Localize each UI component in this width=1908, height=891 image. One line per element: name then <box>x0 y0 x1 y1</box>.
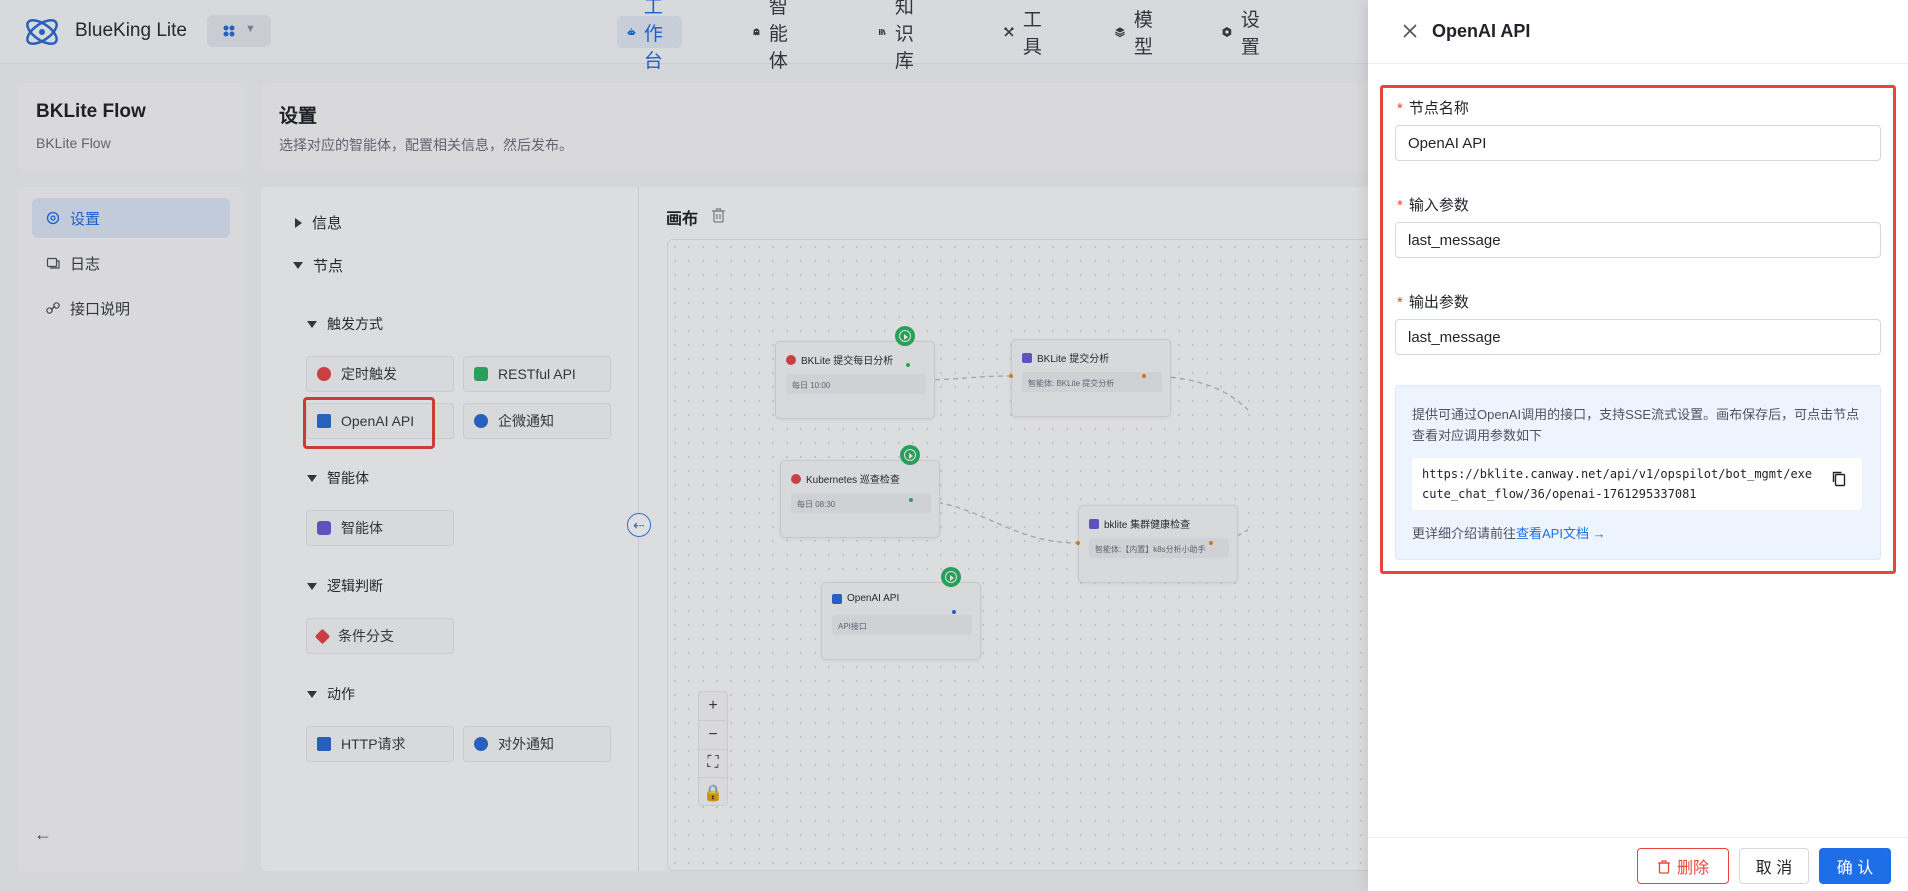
delete-button[interactable]: 删除 <box>1637 848 1729 884</box>
api-info-text: 提供可通过OpenAI调用的接口，支持SSE流式设置。画布保存后，可点击节点查看… <box>1412 407 1860 443</box>
input-params-label: * 输入参数 <box>1397 197 1469 214</box>
node-config-drawer: OpenAI API *节点名称 *输入参数 *输出参数 提供可通过OpenAI… <box>1368 0 1908 891</box>
drawer-header: OpenAI API <box>1368 0 1908 64</box>
field-label-text: 输出参数 <box>1408 294 1469 311</box>
drawer-footer: 删除 取 消 确 认 <box>1368 837 1908 891</box>
delete-label: 删除 <box>1676 860 1709 877</box>
api-docs-link[interactable]: 查看API文档 → <box>1516 526 1606 541</box>
api-url-box: https://bklite.canway.net/api/v1/opspilo… <box>1412 458 1862 510</box>
confirm-button[interactable]: 确 认 <box>1819 848 1891 884</box>
field-label-text: 输入参数 <box>1408 197 1469 214</box>
api-info-box: 提供可通过OpenAI调用的接口，支持SSE流式设置。画布保存后，可点击节点查看… <box>1395 385 1881 560</box>
input-params-input[interactable] <box>1395 222 1881 258</box>
output-params-input[interactable] <box>1395 319 1881 355</box>
drawer-backdrop[interactable] <box>0 0 1368 891</box>
node-form: *节点名称 *输入参数 *输出参数 提供可通过OpenAI调用的接口，支持SSE… <box>1380 85 1896 574</box>
node-name-input[interactable] <box>1395 125 1881 161</box>
close-icon[interactable] <box>1402 23 1418 39</box>
api-docs-prefix: 更详细介绍请前往 <box>1412 526 1517 541</box>
output-params-label: * 输出参数 <box>1397 294 1469 311</box>
api-docs-hint: 更详细介绍请前往查看API文档 → <box>1412 523 1606 542</box>
api-url[interactable]: https://bklite.canway.net/api/v1/opspilo… <box>1422 464 1817 504</box>
drawer-title: OpenAI API <box>1432 21 1531 41</box>
node-name-label: * 节点名称 <box>1397 100 1469 117</box>
cancel-button[interactable]: 取 消 <box>1739 848 1809 884</box>
trash-icon <box>1657 859 1670 874</box>
copy-icon[interactable] <box>1832 471 1846 487</box>
field-label-text: 节点名称 <box>1408 100 1469 117</box>
